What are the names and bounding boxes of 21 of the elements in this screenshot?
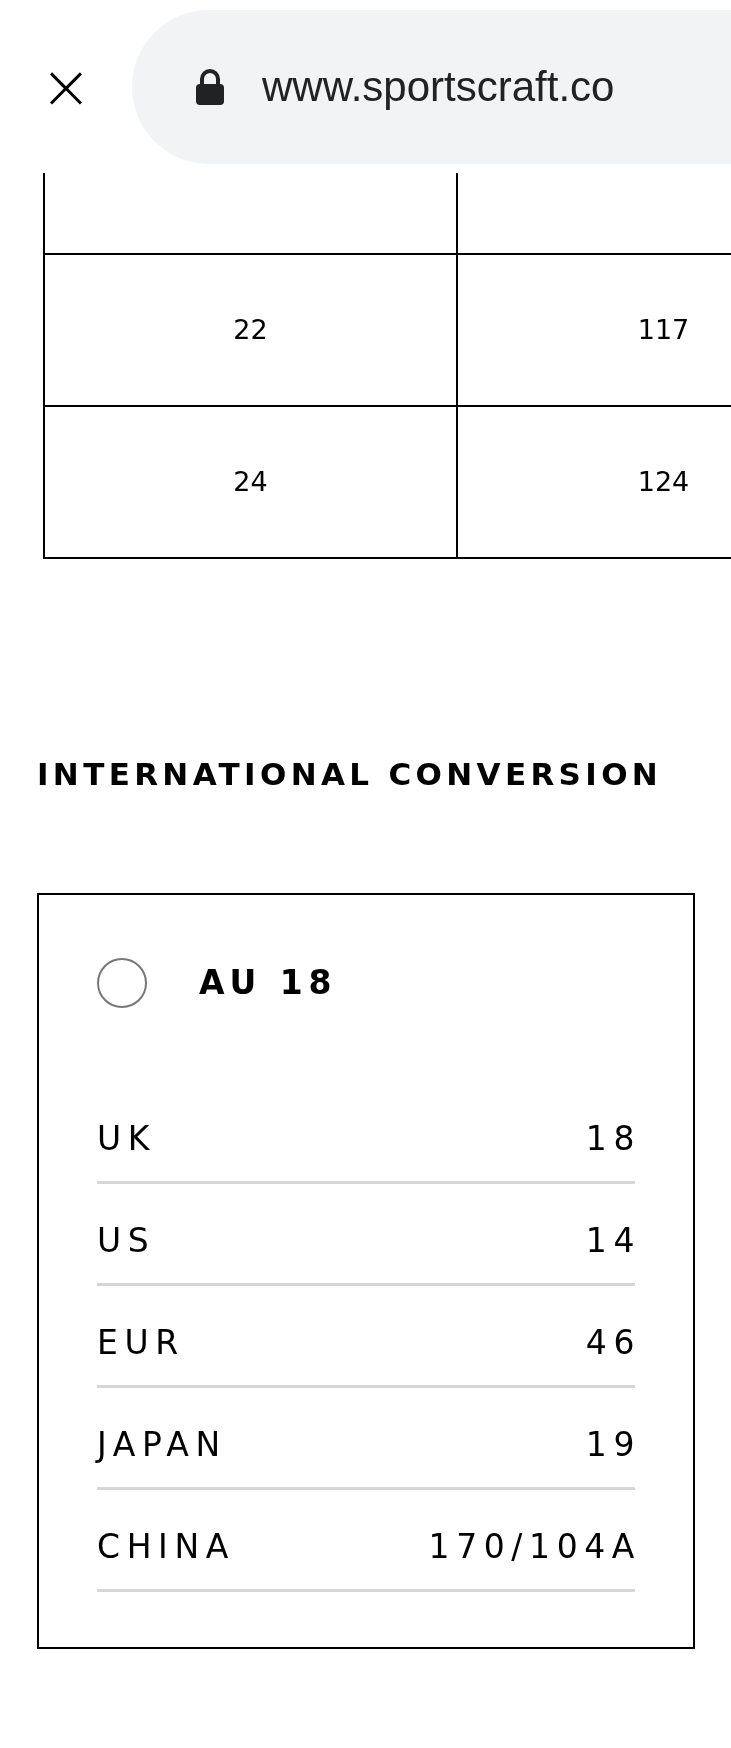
table-cell-text: 24 [233,464,268,499]
region-label: US [97,1219,156,1262]
size-value: 170/104A [428,1525,641,1568]
section-title: INTERNATIONAL CONVERSION [37,759,664,790]
size-value: 14 [585,1219,641,1262]
radio-button[interactable] [97,958,147,1008]
table-cell-text: 124 [637,464,690,499]
address-bar[interactable]: www.sportscraft.co [132,9,731,164]
size-value: 46 [585,1321,641,1364]
region-label: UK [97,1117,156,1160]
size-value: 19 [585,1423,641,1466]
region-label: CHINA [97,1525,235,1568]
size-label: AU 18 [199,962,338,1005]
region-label: JAPAN [97,1423,227,1466]
url-text: www.sportscraft.co [262,62,615,112]
table-cell-text: 22 [233,312,268,347]
close-icon[interactable]: × [0,55,90,118]
size-value: 18 [585,1117,641,1160]
lock-icon [194,67,226,106]
region-label: EUR [97,1321,185,1364]
table-cell-text: 117 [637,312,690,347]
